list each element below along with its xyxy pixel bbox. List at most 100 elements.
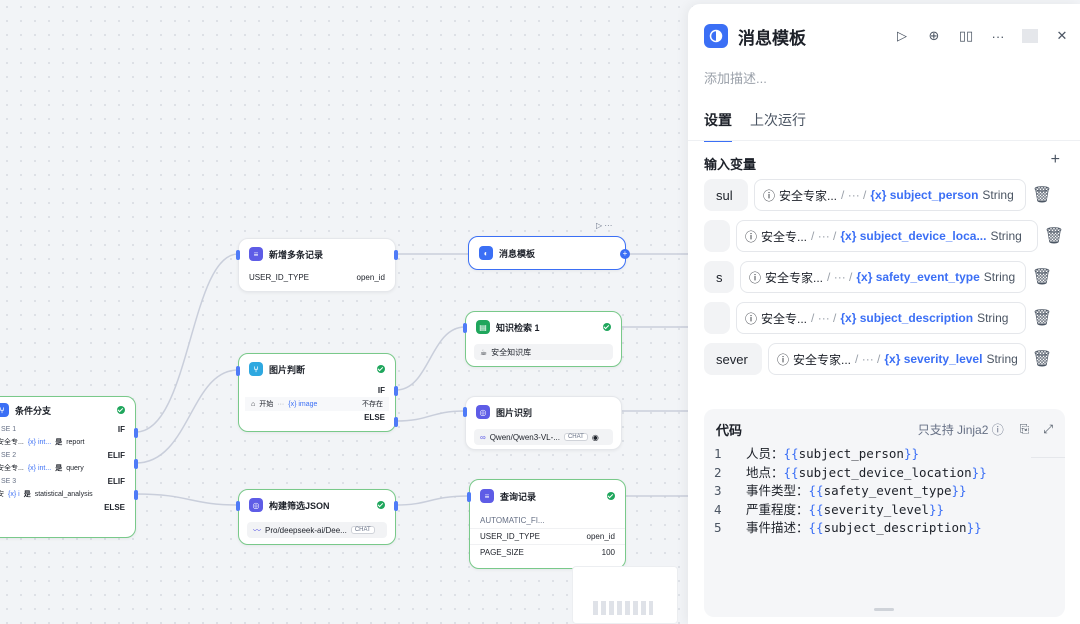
trash-icon[interactable]: 🗑 [1044, 226, 1064, 246]
success-check-icon [607, 492, 615, 500]
model-chip: 〰 Pro/deepseek-ai/Dee... CHAT [247, 522, 387, 538]
case-1: SE 1 IF 安全专... {x} int... 是 report [0, 424, 125, 447]
copy-icon[interactable]: ⎘ [1020, 422, 1030, 437]
case-2: SE 2 ELIF 安全专... {x} int... 是 query [0, 450, 125, 473]
description-input[interactable]: 添加描述... [704, 68, 767, 87]
trash-icon[interactable]: 🗑 [1032, 185, 1052, 205]
expand-icon[interactable]: ⤢ [1043, 422, 1053, 437]
add-node-button[interactable]: + [620, 249, 630, 259]
edge-branch-judge [135, 369, 239, 464]
code-lines[interactable]: 1 人员：{{subject_person}} 2 地点：{{subject_dev… [714, 445, 987, 538]
divider [1031, 457, 1065, 458]
variable-name-input[interactable] [704, 220, 730, 252]
variable-reference[interactable]: ⓘ 安全专... / ··· / {x} subject_description Str… [736, 302, 1026, 334]
input-port[interactable] [467, 492, 471, 502]
input-variable-row: ⓘ 安全专... / ··· / {x} subject_device_loca...… [704, 220, 1064, 252]
output-port[interactable] [394, 250, 398, 260]
node-add-records[interactable]: ≡ 新增多条记录 USER_ID_TYPE open_id [236, 238, 398, 292]
panel-header: 消息模板 ▷ ⊕ ▯▯ ··· ✕ [704, 22, 1080, 50]
home-icon: ⌂ [251, 400, 256, 408]
locate-icon[interactable]: ⊕ [926, 28, 942, 44]
message-template-icon [704, 24, 728, 48]
success-check-icon [603, 323, 611, 331]
input-port[interactable] [463, 407, 467, 417]
if-label: IF [377, 386, 385, 395]
node-knowledge[interactable]: ▤ 知识检索 1 ☕ 安全知识库 [463, 311, 622, 367]
more-icon[interactable]: ··· [990, 29, 1006, 44]
code-line: 4 严重程度：{{severity_level}} [714, 501, 944, 517]
info-icon: ⓘ [777, 352, 790, 367]
variable-name-input[interactable] [704, 302, 730, 334]
tab-last-run[interactable]: 上次运行 [750, 110, 806, 142]
input-variable-row: sul ⓘ 安全专家... / ··· / {x} subject_person Str… [704, 179, 1052, 211]
docs-icon[interactable]: ▯▯ [958, 28, 974, 44]
ai-icon: ◎ [249, 498, 263, 512]
trash-icon[interactable]: 🗑 [1032, 349, 1052, 369]
variable-name-input[interactable]: sever [704, 343, 762, 375]
input-variable-row: s ⓘ 安全专家... / ··· / {x} safety_event_type St… [704, 261, 1052, 293]
node-branch[interactable]: ⑂ 条件分支 SE 1 IF 安全专... {x} int... 是 report SE… [0, 396, 138, 538]
close-icon[interactable]: ✕ [1054, 28, 1070, 44]
help-icon: ⓘ [991, 422, 1004, 437]
resize-handle[interactable] [874, 608, 894, 611]
database-icon: ☕ [480, 347, 488, 357]
output-port-else[interactable] [394, 417, 398, 427]
info-icon: ⓘ [763, 188, 776, 203]
code-line: 1 人员：{{subject_person}} [714, 446, 919, 461]
tab-settings[interactable]: 设置 [704, 110, 732, 142]
trash-icon[interactable]: 🗑 [1032, 308, 1052, 328]
case-3: SE 3 ELIF 安 {x} i 是 statistical_analysis [0, 476, 125, 499]
success-check-icon [377, 365, 385, 373]
output-port-elif-1[interactable] [134, 459, 138, 469]
node-title: 消息模板 [499, 248, 536, 259]
table-icon: ≡ [249, 247, 263, 261]
output-port-elif-2[interactable] [134, 490, 138, 500]
code-editor[interactable]: 代码 只支持 Jinja2 ⓘ ⎘ ⤢ 1 人员：{{subject_person… [704, 409, 1065, 617]
run-icon[interactable]: ▷ [894, 28, 910, 44]
else-label: ELSE [364, 413, 385, 422]
input-port[interactable] [236, 501, 240, 511]
variable-reference[interactable]: ⓘ 安全专... / ··· / {x} subject_device_loca...… [736, 220, 1038, 252]
node-build-json[interactable]: ◎ 构建筛选JSON 〰 Pro/deepseek-ai/Dee... CHAT [236, 489, 398, 545]
table-icon: ≡ [480, 489, 494, 503]
node-title: 查询记录 [500, 491, 537, 502]
divider [688, 140, 1080, 141]
variable-name-input[interactable]: s [704, 261, 734, 293]
node-image-recog[interactable]: ◎ 图片识别 ∞ Qwen/Qwen3-VL-... CHAT ◉ [463, 396, 622, 450]
input-port[interactable] [463, 323, 467, 333]
node-message-template[interactable]: ◐ 消息模板 + [468, 236, 630, 270]
model-icon: ∞ [480, 432, 486, 442]
output-port[interactable] [394, 501, 398, 511]
node-title: 图片识别 [496, 407, 533, 418]
branch-icon: ⑂ [0, 403, 9, 417]
node-title: 条件分支 [15, 405, 52, 416]
output-port-if[interactable] [134, 428, 138, 438]
node-settings-panel: 消息模板 ▷ ⊕ ▯▯ ··· ✕ 添加描述... 设置 上次运行 输入变量 +… [688, 4, 1080, 624]
panel-title: 消息模板 [738, 28, 806, 48]
output-port-if[interactable] [394, 386, 398, 396]
code-line: 3 事件类型：{{safety_event_type}} [714, 483, 967, 498]
success-check-icon [377, 501, 385, 509]
message-template-icon: ◐ [479, 246, 493, 260]
variable-name-input[interactable]: sul [704, 179, 748, 211]
model-icon: 〰 [253, 525, 261, 535]
code-line: 2 地点：{{subject_device_location}} [714, 464, 987, 480]
input-port[interactable] [236, 366, 240, 376]
workflow-canvas[interactable]: ⑂ 条件分支 SE 1 IF 安全专... {x} int... 是 report SE… [0, 0, 690, 624]
variable-reference[interactable]: ⓘ 安全专家... / ··· / {x} subject_person String [754, 179, 1026, 211]
variable-reference[interactable]: ⓘ 安全专家... / ··· / {x} severity_level String [768, 343, 1026, 375]
node-title: 图片判断 [269, 364, 306, 375]
minimap[interactable] [572, 566, 678, 624]
model-chip: ∞ Qwen/Qwen3-VL-... CHAT ◉ [474, 429, 613, 445]
edge-judge-recog [395, 410, 466, 422]
condition: ⌂ 开始 ··· {x} image 不存在 [245, 397, 389, 411]
variable-reference[interactable]: ⓘ 安全专家... / ··· / {x} safety_event_type Stri… [740, 261, 1026, 293]
node-image-judge[interactable]: ⑂ 图片判断 IF ⌂ 开始 ··· {x} image 不存在 ELSE [236, 353, 398, 432]
input-port[interactable] [236, 250, 240, 260]
eye-icon: ◉ [591, 432, 599, 442]
edge-branch-json [135, 493, 239, 506]
trash-icon[interactable]: 🗑 [1032, 267, 1052, 287]
node-query[interactable]: ≡ 查询记录 AUTOMATIC_FI... USER_ID_TYPE open_… [467, 479, 626, 569]
add-variable-button[interactable]: + [1051, 151, 1060, 169]
edge-json-query [395, 495, 470, 506]
